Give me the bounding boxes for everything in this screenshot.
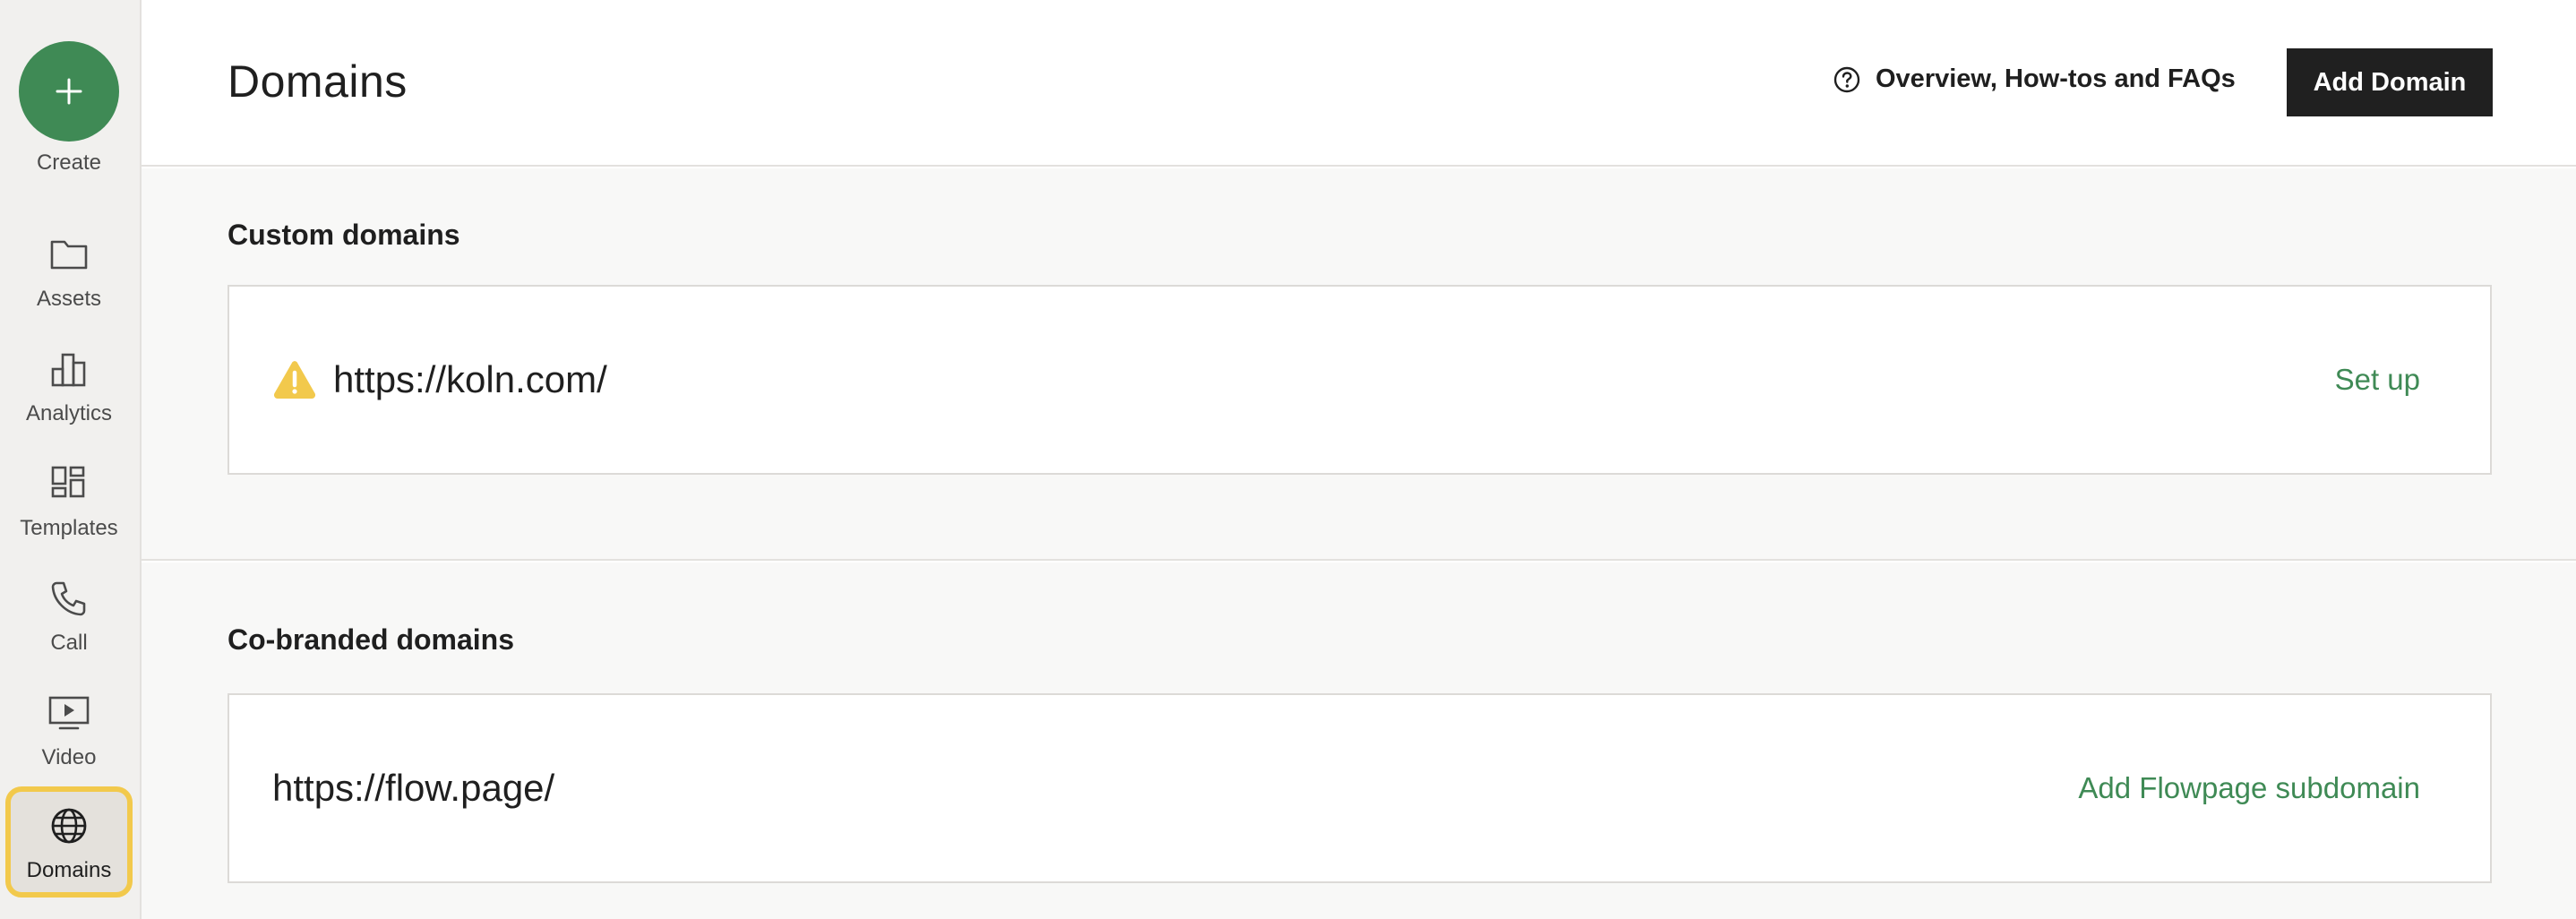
- create-label: Create: [36, 150, 102, 175]
- sidebar-item-label: Analytics: [25, 401, 113, 425]
- video-icon: [47, 691, 90, 734]
- domain-card: https://flow.page/ Add Flowpage subdomai…: [228, 693, 2492, 883]
- sidebar-item-templates[interactable]: Templates: [5, 444, 133, 555]
- set-up-link[interactable]: Set up: [2335, 363, 2420, 397]
- domain-url: https://koln.com/: [333, 358, 607, 400]
- warning-icon: [273, 361, 316, 399]
- section-title-cobranded-domains: Co-branded domains: [228, 623, 515, 656]
- sidebar-item-domains[interactable]: Domains: [5, 786, 133, 898]
- globe-icon: [47, 804, 90, 847]
- domain-row: https://flow.page/: [272, 695, 554, 881]
- sidebar-item-label: Call: [50, 631, 88, 655]
- grid-icon: [47, 462, 90, 505]
- cobranded-domains-section: Co-branded domains https://flow.page/ Ad…: [142, 563, 2576, 919]
- help-circle-icon: [1833, 66, 1860, 92]
- page-header: Domains Overview, How-tos and FAQs Add D…: [142, 0, 2576, 167]
- domain-url: https://flow.page/: [272, 767, 555, 809]
- folder-icon: [47, 233, 90, 276]
- sidebar-item-label: Assets: [36, 287, 102, 311]
- domain-row: https://koln.com/: [272, 287, 607, 473]
- sidebar-item-video[interactable]: Video: [5, 674, 133, 785]
- add-domain-button[interactable]: Add Domain: [2287, 48, 2493, 116]
- help-link[interactable]: Overview, How-tos and FAQs: [1833, 64, 2236, 94]
- help-link-label: Overview, How-tos and FAQs: [1876, 64, 2236, 93]
- app-root: Create Assets Analytics Templates Call V…: [0, 0, 2576, 919]
- plus-icon: [56, 78, 82, 105]
- sidebar-item-label: Templates: [20, 516, 118, 540]
- sidebar-item-call[interactable]: Call: [5, 559, 133, 670]
- domain-card: https://koln.com/ Set up: [228, 285, 2492, 475]
- sidebar-item-label: Domains: [26, 858, 112, 882]
- page-title: Domains: [228, 56, 408, 107]
- sidebar-item-analytics[interactable]: Analytics: [5, 330, 133, 441]
- section-title-custom-domains: Custom domains: [228, 219, 460, 251]
- add-flowpage-subdomain-link[interactable]: Add Flowpage subdomain: [2078, 771, 2420, 805]
- phone-icon: [47, 577, 90, 620]
- sidebar-item-assets[interactable]: Assets: [5, 215, 133, 326]
- bar-chart-icon: [47, 348, 90, 391]
- create-button[interactable]: [19, 41, 119, 142]
- sidebar-item-label: Video: [41, 745, 97, 769]
- custom-domains-section: Custom domains https://koln.com/ Set up: [142, 168, 2576, 561]
- sidebar: Create Assets Analytics Templates Call V…: [0, 0, 142, 919]
